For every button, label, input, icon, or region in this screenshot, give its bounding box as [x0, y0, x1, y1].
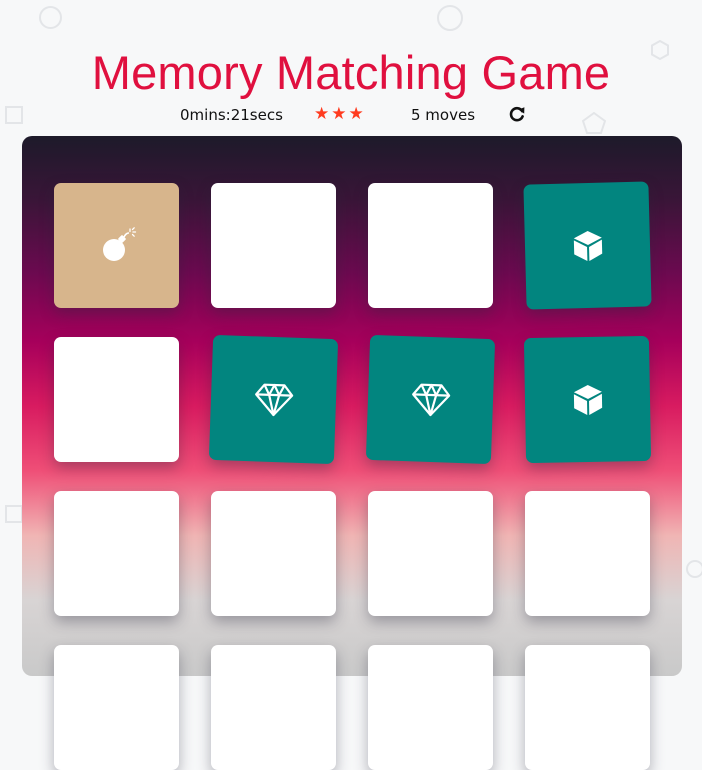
card[interactable]	[211, 645, 336, 770]
star-icon: ★	[348, 104, 364, 124]
cube-icon	[569, 381, 606, 418]
background-circle-shape	[39, 6, 62, 29]
score-panel: 0mins:21secs ★ ★ ★ 5 moves	[0, 104, 702, 126]
bomb-icon	[97, 226, 137, 266]
diamond-icon	[409, 381, 452, 418]
card[interactable]	[54, 491, 179, 616]
card[interactable]	[54, 337, 179, 462]
card[interactable]	[54, 183, 179, 308]
background-circle-shape	[686, 560, 702, 578]
card[interactable]	[368, 645, 493, 770]
background-square-shape	[5, 505, 23, 523]
repeat-icon	[509, 106, 525, 122]
page-title: Memory Matching Game	[91, 46, 611, 100]
card[interactable]	[211, 491, 336, 616]
card[interactable]	[54, 645, 179, 770]
moves-counter: 5 moves	[411, 106, 476, 124]
background-circle-shape	[437, 5, 463, 31]
cube-icon	[569, 227, 606, 264]
card[interactable]	[523, 181, 652, 310]
card[interactable]	[368, 183, 493, 308]
timer: 0mins:21secs	[180, 106, 283, 124]
card[interactable]	[208, 334, 339, 465]
diamond-icon	[252, 381, 295, 418]
card[interactable]	[365, 334, 496, 465]
star-rating: ★ ★ ★	[314, 104, 364, 124]
card[interactable]	[368, 491, 493, 616]
star-icon: ★	[314, 104, 330, 124]
restart-button[interactable]	[508, 104, 526, 124]
star-icon: ★	[331, 104, 347, 124]
card[interactable]	[525, 645, 650, 770]
card-deck	[22, 136, 682, 770]
card[interactable]	[525, 491, 650, 616]
card[interactable]	[211, 183, 336, 308]
card[interactable]	[523, 335, 652, 464]
